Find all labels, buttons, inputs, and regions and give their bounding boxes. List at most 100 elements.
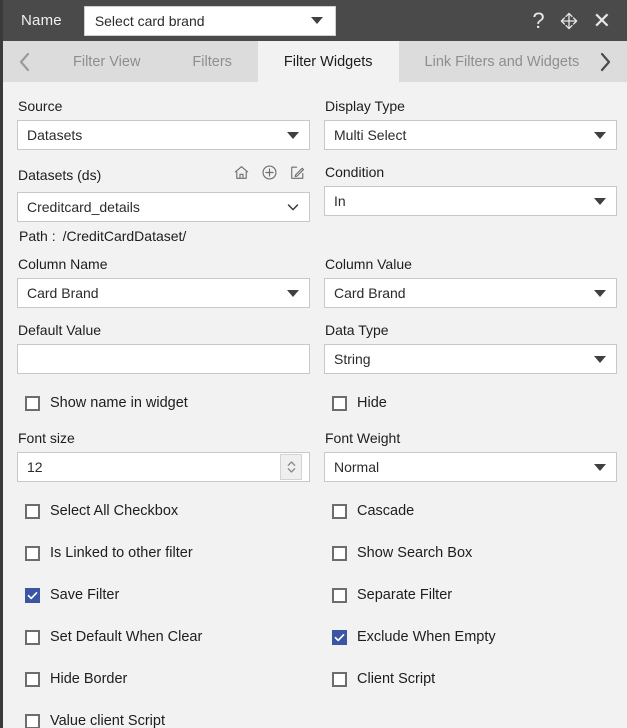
hide-checkbox[interactable]: Hide xyxy=(332,382,617,424)
font-weight-select[interactable]: Normal xyxy=(324,452,617,483)
tab-filters[interactable]: Filters xyxy=(166,41,258,82)
checkbox-box xyxy=(25,587,40,603)
field-group-data-type: Data Type String xyxy=(324,316,617,375)
condition-label: Condition xyxy=(325,164,385,181)
checkbox-label: Show name in widget xyxy=(50,395,188,412)
options-column-right: Cascade Show Search Box Separate Filter … xyxy=(324,490,617,728)
checkbox-label: Hide Border xyxy=(50,671,128,688)
data-type-value: String xyxy=(334,351,371,368)
checkbox-label: Hide xyxy=(357,395,387,412)
options-column-left: Select All Checkbox Is Linked to other f… xyxy=(17,490,310,728)
filter-widget-dialog: Name Select card brand ? ✕ Filter View F… xyxy=(0,0,627,728)
datasets-actions xyxy=(233,164,310,186)
checkbox-box xyxy=(332,503,347,519)
data-type-label: Data Type xyxy=(325,322,389,339)
checkbox-box xyxy=(332,395,347,411)
show-search-box-option[interactable]: Show Search Box xyxy=(332,532,617,574)
set-default-when-clear-option[interactable]: Set Default When Clear xyxy=(25,616,310,658)
value-client-script-option[interactable]: Value client Script xyxy=(25,700,310,728)
field-group-show-name: Show name in widget xyxy=(17,382,310,424)
field-group-font-size: Font size 12 xyxy=(17,424,310,483)
column-value-select[interactable]: Card Brand xyxy=(324,278,617,309)
default-value-label: Default Value xyxy=(18,322,102,339)
edit-pencil-icon[interactable] xyxy=(289,164,306,186)
select-all-checkbox-option[interactable]: Select All Checkbox xyxy=(25,490,310,532)
home-icon[interactable] xyxy=(233,164,250,186)
source-select[interactable]: Datasets xyxy=(17,120,310,151)
checkbox-label: Client Script xyxy=(357,671,436,688)
column-value-value: Card Brand xyxy=(334,285,406,302)
data-type-select[interactable]: String xyxy=(324,344,617,375)
tab-label: Link Filters and Widgets xyxy=(424,53,580,70)
field-group-display-type: Display Type Multi Select xyxy=(324,92,617,151)
checkbox-label: Exclude When Empty xyxy=(357,629,496,646)
close-icon[interactable]: ✕ xyxy=(593,9,611,32)
chevron-down-icon xyxy=(594,289,606,297)
question-mark-icon[interactable]: ? xyxy=(532,9,544,32)
form-row-datasets: Datasets (ds) Creditcard_details Path: … xyxy=(17,158,617,244)
datasets-label: Datasets (ds) xyxy=(18,167,102,184)
display-type-value: Multi Select xyxy=(334,127,407,144)
checkbox-box xyxy=(25,713,40,728)
condition-value: In xyxy=(334,193,346,210)
tab-bar: Filter View Filters Filter Widgets Link … xyxy=(3,41,627,82)
checkbox-label: Value client Script xyxy=(50,713,165,728)
client-script-option[interactable]: Client Script xyxy=(332,658,617,700)
chevron-down-icon xyxy=(594,463,606,471)
checkbox-box xyxy=(25,503,40,519)
titlebar-actions: ? ✕ xyxy=(532,9,617,32)
exclude-when-empty-option[interactable]: Exclude When Empty xyxy=(332,616,617,658)
filter-widget-form: Source Datasets Display Type Multi Selec… xyxy=(3,82,627,728)
save-filter-option[interactable]: Save Filter xyxy=(25,574,310,616)
chevron-down-icon xyxy=(287,289,299,297)
field-group-column-name: Column Name Card Brand xyxy=(17,250,310,309)
condition-select[interactable]: In xyxy=(324,186,617,217)
checkbox-box xyxy=(332,545,347,561)
chevron-down-icon xyxy=(286,200,300,214)
checkbox-box xyxy=(332,629,347,645)
display-type-select[interactable]: Multi Select xyxy=(324,120,617,151)
checkbox-box xyxy=(25,395,40,411)
separate-filter-option[interactable]: Separate Filter xyxy=(332,574,617,616)
chevron-down-icon xyxy=(310,17,323,24)
font-size-stepper[interactable]: 12 xyxy=(17,452,310,483)
field-group-source: Source Datasets xyxy=(17,92,310,151)
font-weight-label: Font Weight xyxy=(325,430,401,447)
tabs-scroll-right-button[interactable] xyxy=(583,41,627,82)
form-row-font: Font size 12 Font Weight Normal xyxy=(17,424,617,483)
datasets-header: Datasets (ds) xyxy=(18,164,310,186)
datasets-select[interactable]: Creditcard_details xyxy=(17,192,310,223)
is-linked-to-other-filter-option[interactable]: Is Linked to other filter xyxy=(25,532,310,574)
field-group-font-weight: Font Weight Normal xyxy=(324,424,617,483)
field-group-column-value: Column Value Card Brand xyxy=(324,250,617,309)
checkbox-label: Cascade xyxy=(357,503,415,520)
form-row-toggles: Show name in widget Hide xyxy=(17,382,613,424)
show-name-in-widget-checkbox[interactable]: Show name in widget xyxy=(25,382,310,424)
field-group-condition: Condition In xyxy=(324,158,617,244)
chevron-down-icon xyxy=(287,131,299,139)
dataset-path: Path : /CreditCardDataset/ xyxy=(19,228,310,244)
tabs-scroll-left-button[interactable] xyxy=(3,41,47,82)
font-size-label: Font size xyxy=(18,430,75,447)
field-group-default-value: Default Value xyxy=(17,316,310,375)
checkbox-label: Separate Filter xyxy=(357,587,453,604)
move-arrows-icon[interactable] xyxy=(559,11,579,31)
chevron-down-icon xyxy=(594,131,606,139)
stepper-arrows-icon[interactable] xyxy=(280,454,302,481)
plus-circle-icon[interactable] xyxy=(261,164,278,186)
hide-border-option[interactable]: Hide Border xyxy=(25,658,310,700)
field-group-datasets: Datasets (ds) Creditcard_details Path: … xyxy=(17,158,310,244)
form-row-source: Source Datasets Display Type Multi Selec… xyxy=(17,92,617,151)
tab-filter-view[interactable]: Filter View xyxy=(47,41,167,82)
tab-filter-widgets[interactable]: Filter Widgets xyxy=(257,41,399,82)
tab-link-filters-and-widgets[interactable]: Link Filters and Widgets xyxy=(398,41,583,82)
widget-name-select[interactable]: Select card brand xyxy=(83,5,336,36)
default-value-input[interactable] xyxy=(17,344,310,375)
field-group-hide: Hide xyxy=(324,382,617,424)
checkbox-label: Set Default When Clear xyxy=(50,629,203,646)
cascade-option[interactable]: Cascade xyxy=(332,490,617,532)
checkbox-label: Show Search Box xyxy=(357,545,473,562)
checkbox-box xyxy=(332,671,347,687)
font-size-value: 12 xyxy=(27,459,43,476)
column-name-select[interactable]: Card Brand xyxy=(17,278,310,309)
